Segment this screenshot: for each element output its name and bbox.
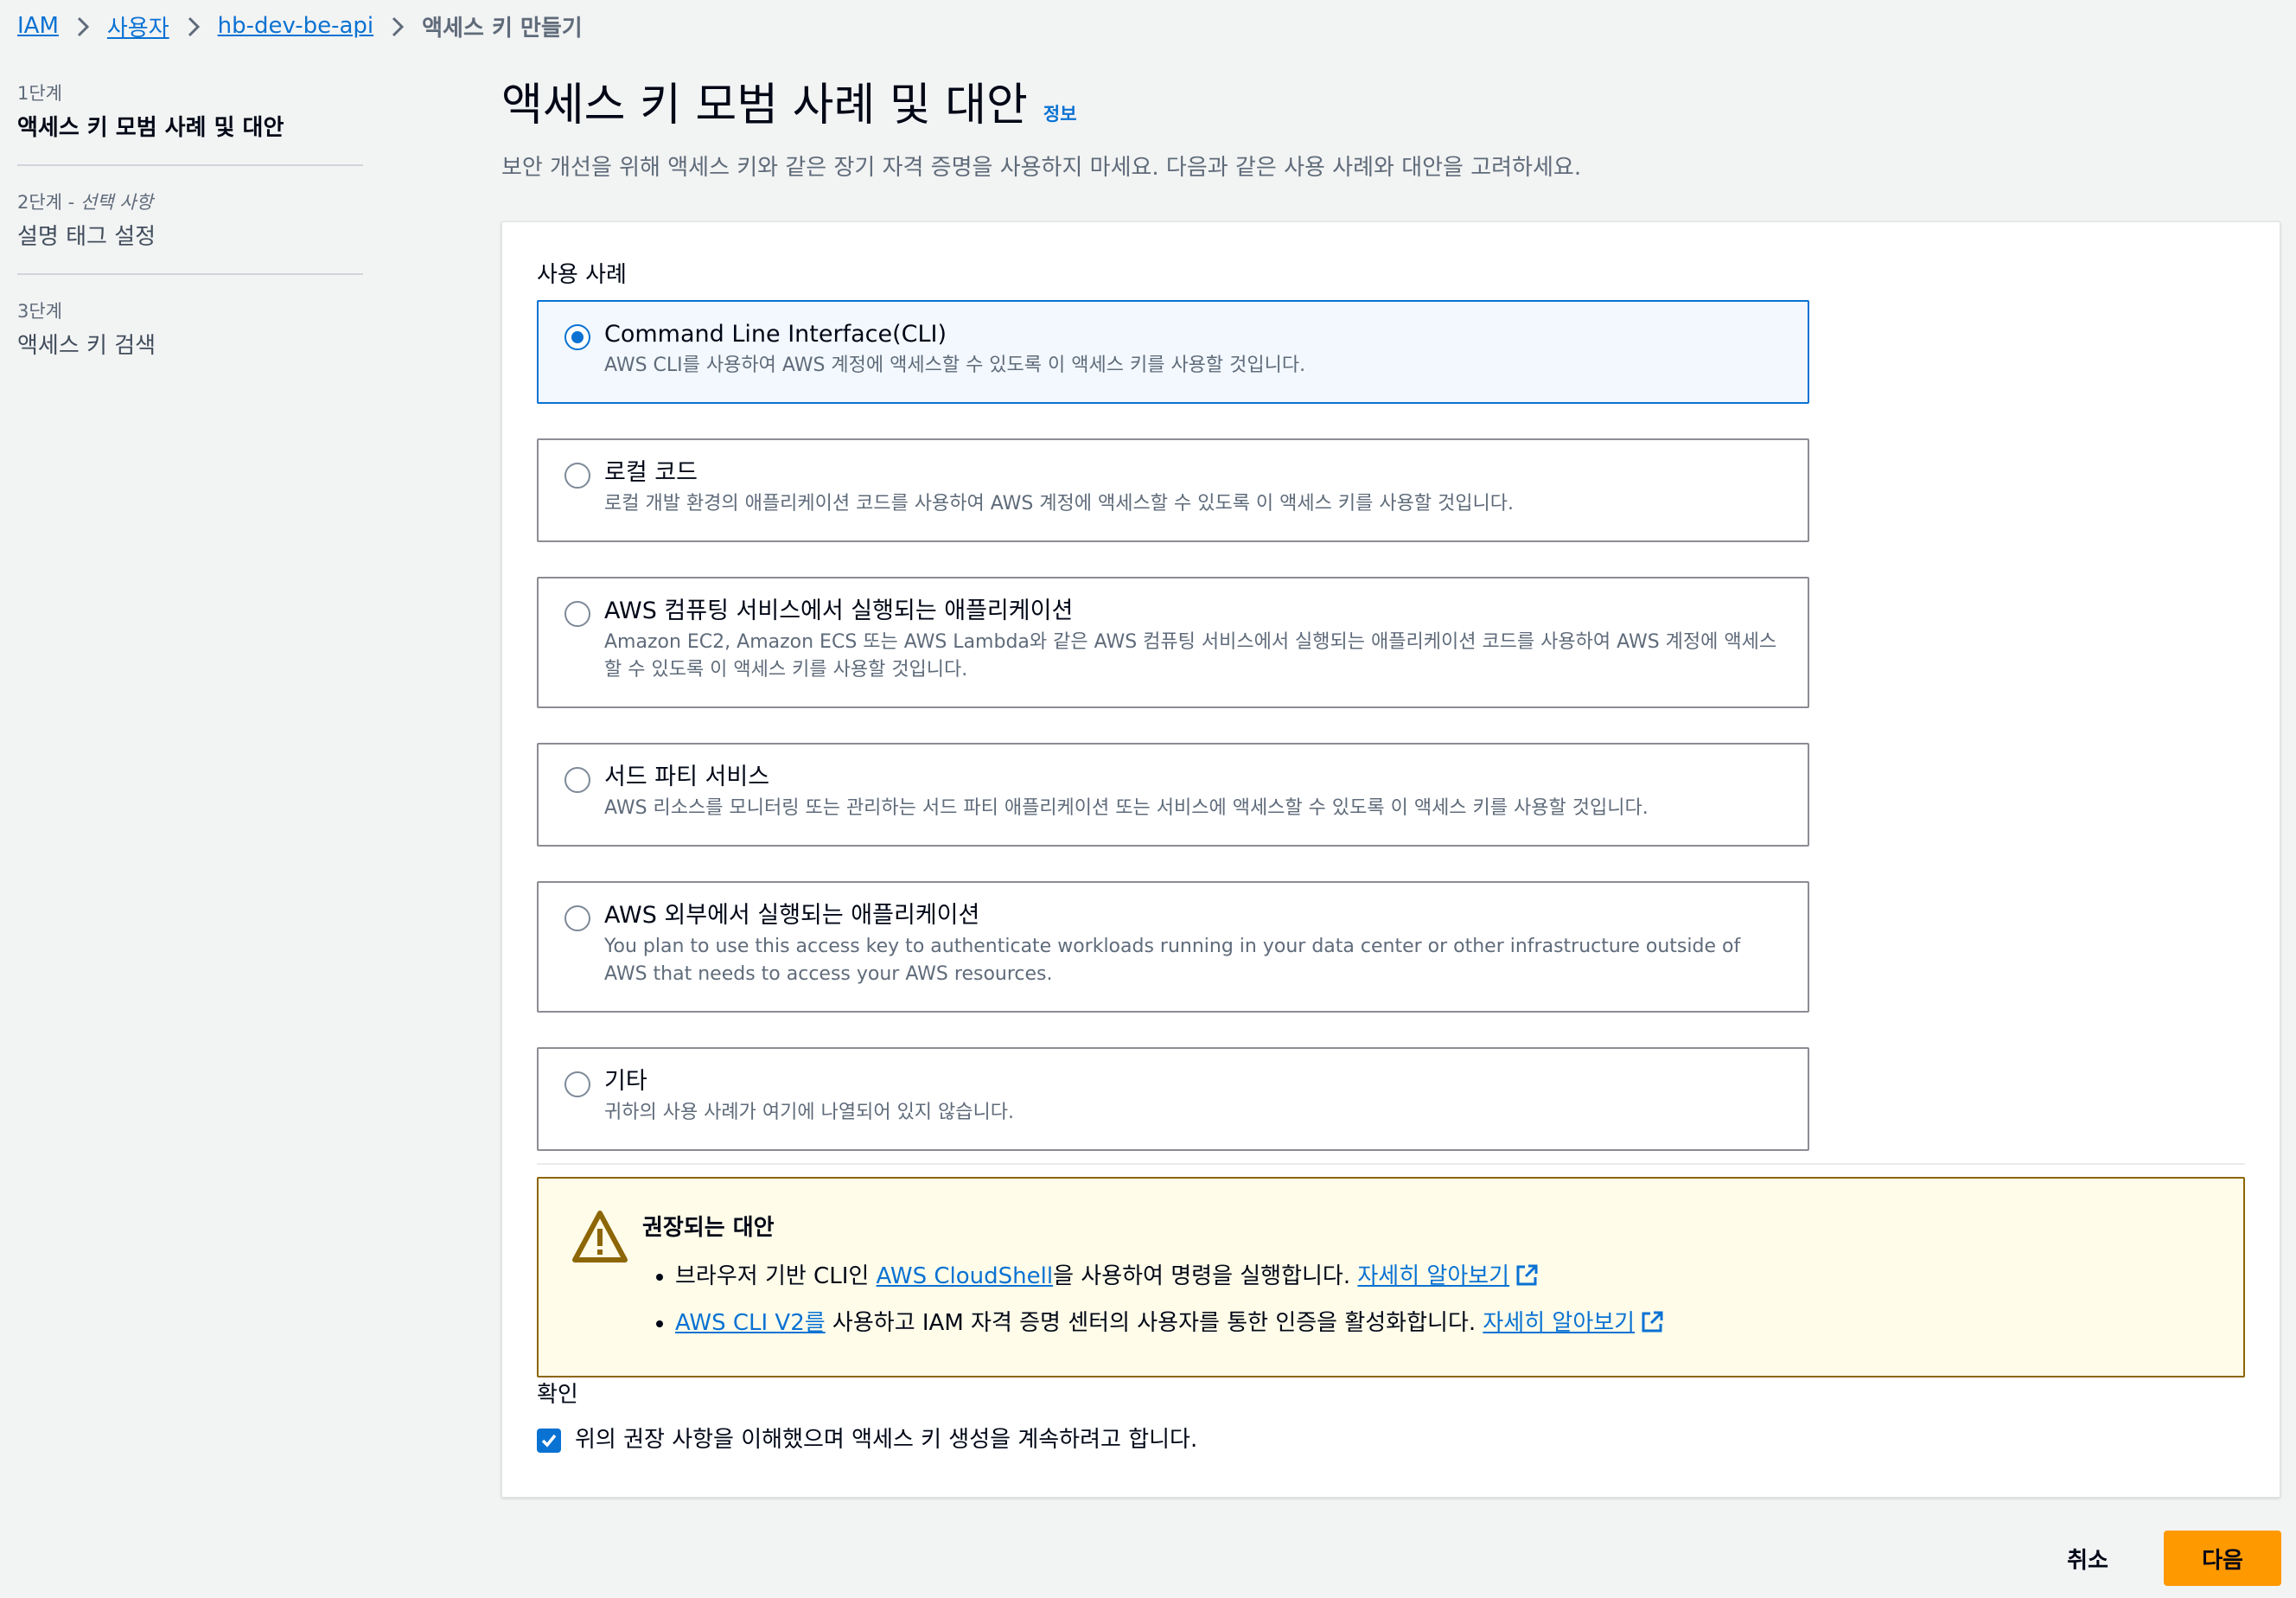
- option-description: 귀하의 사용 사례가 여기에 나열되어 있지 않습니다.: [604, 1102, 1014, 1123]
- divider: [17, 164, 363, 166]
- option-aws-compute[interactable]: AWS 컴퓨팅 서비스에서 실행되는 애플리케이션 Amazon EC2, Am…: [537, 577, 1809, 708]
- breadcrumb-link-users[interactable]: 사용자: [107, 10, 169, 42]
- divider: [17, 273, 363, 275]
- radio-button[interactable]: [564, 1071, 590, 1097]
- option-title: AWS 외부에서 실행되는 애플리케이션: [604, 902, 980, 929]
- main-header: 액세스 키 모범 사례 및 대안 정보 보안 개선을 위해 액세스 키와 같은 …: [501, 76, 2282, 185]
- radio-button[interactable]: [564, 463, 590, 489]
- cloudshell-link[interactable]: AWS CloudShell: [877, 1263, 1054, 1289]
- check-icon: [541, 1434, 557, 1448]
- step-title: 설명 태그 설정: [17, 224, 156, 250]
- use-case-card: 사용 사례 Command Line Interface(CLI) AWS CL…: [501, 221, 2280, 1498]
- option-other[interactable]: 기타 귀하의 사용 사례가 여기에 나열되어 있지 않습니다.: [537, 1047, 1809, 1151]
- step-optional: 선택 사항: [80, 192, 153, 213]
- option-description: Amazon EC2, Amazon ECS 또는 AWS Lambda와 같은…: [604, 631, 1777, 681]
- chevron-right-icon: [169, 13, 218, 39]
- radio-button[interactable]: [564, 601, 590, 627]
- option-description: 로컬 개발 환경의 애플리케이션 코드를 사용하여 AWS 계정에 액세스할 수…: [604, 493, 1515, 515]
- alert-list: 브라우저 기반 CLI인 AWS CloudShell을 사용하여 명령을 실행…: [675, 1253, 1664, 1346]
- option-title: Command Line Interface(CLI): [604, 321, 947, 348]
- breadcrumb: IAM 사용자 hb-dev-be-api 액세스 키 만들기: [17, 9, 583, 43]
- wizard-step-2[interactable]: 2단계 - 선택 사항 설명 태그 설정: [17, 187, 363, 254]
- cancel-button[interactable]: 취소: [2040, 1531, 2135, 1586]
- radio-button[interactable]: [564, 905, 590, 931]
- option-description: AWS 리소스를 모니터링 또는 관리하는 서드 파티 애플리케이션 또는 서비…: [604, 797, 1649, 819]
- option-description: AWS CLI를 사용하여 AWS 계정에 액세스할 수 있도록 이 액세스 키…: [604, 355, 1306, 376]
- warning-icon: [572, 1211, 628, 1262]
- wizard-steps: 1단계 액세스 키 모범 사례 및 대안 2단계 - 선택 사항 설명 태그 설…: [17, 78, 363, 363]
- breadcrumb-current: 액세스 키 만들기: [422, 15, 583, 42]
- page-description: 보안 개선을 위해 액세스 키와 같은 장기 자격 증명을 사용하지 마세요. …: [501, 155, 1582, 181]
- step-number: 3단계: [17, 301, 63, 322]
- learn-more-link[interactable]: 자세히 알아보기: [1483, 1310, 1664, 1336]
- option-cli[interactable]: Command Line Interface(CLI) AWS CLI를 사용하…: [537, 300, 1809, 404]
- divider: [537, 1163, 2245, 1165]
- breadcrumb-link-user[interactable]: hb-dev-be-api: [218, 13, 373, 39]
- option-description: You plan to use this access key to authe…: [604, 936, 1741, 985]
- wizard-step-1: 1단계 액세스 키 모범 사례 및 대안: [17, 78, 363, 145]
- confirm-checkbox-label[interactable]: 위의 권장 사항을 이해했으며 액세스 키 생성을 계속하려고 합니다.: [575, 1422, 1197, 1457]
- alert-item: AWS CLI V2를 사용하고 IAM 자격 증명 센터의 사용자를 통한 인…: [675, 1300, 1664, 1346]
- option-title: 로컬 코드: [604, 459, 698, 486]
- chevron-right-icon: [373, 13, 422, 39]
- use-case-label: 사용 사례: [537, 262, 627, 288]
- option-title: 서드 파티 서비스: [604, 764, 770, 790]
- learn-more-link[interactable]: 자세히 알아보기: [1357, 1263, 1539, 1289]
- confirm-checkbox[interactable]: [537, 1429, 561, 1453]
- radio-button[interactable]: [564, 324, 590, 350]
- confirm-label: 확인: [537, 1382, 578, 1408]
- alert-item: 브라우저 기반 CLI인 AWS CloudShell을 사용하여 명령을 실행…: [675, 1253, 1664, 1300]
- recommended-alternatives-alert: 권장되는 대안 브라우저 기반 CLI인 AWS CloudShell을 사용하…: [537, 1177, 2245, 1377]
- page-title: 액세스 키 모범 사례 및 대안: [501, 80, 1028, 131]
- wizard-step-3[interactable]: 3단계 액세스 키 검색: [17, 296, 363, 363]
- option-local-code[interactable]: 로컬 코드 로컬 개발 환경의 애플리케이션 코드를 사용하여 AWS 계정에 …: [537, 438, 1809, 542]
- external-link-icon: [1516, 1264, 1538, 1286]
- external-link-icon: [1642, 1311, 1663, 1333]
- cli-v2-link[interactable]: AWS CLI V2를: [675, 1310, 826, 1336]
- option-title: AWS 컴퓨팅 서비스에서 실행되는 애플리케이션: [604, 598, 1074, 624]
- breadcrumb-link-iam[interactable]: IAM: [17, 13, 59, 39]
- alert-title: 권장되는 대안: [642, 1215, 775, 1241]
- option-title: 기타: [604, 1068, 647, 1095]
- next-button[interactable]: 다음: [2164, 1531, 2281, 1586]
- step-title: 액세스 키 모범 사례 및 대안: [17, 115, 284, 141]
- option-third-party[interactable]: 서드 파티 서비스 AWS 리소스를 모니터링 또는 관리하는 서드 파티 애플…: [537, 743, 1809, 847]
- step-title: 액세스 키 검색: [17, 333, 156, 359]
- step-number: 2단계 - 선택 사항: [17, 192, 153, 213]
- info-link[interactable]: 정보: [1043, 100, 1077, 126]
- radio-button[interactable]: [564, 767, 590, 793]
- chevron-right-icon: [59, 13, 107, 39]
- step-number: 1단계: [17, 83, 63, 104]
- option-outside-aws[interactable]: AWS 외부에서 실행되는 애플리케이션 You plan to use thi…: [537, 881, 1809, 1013]
